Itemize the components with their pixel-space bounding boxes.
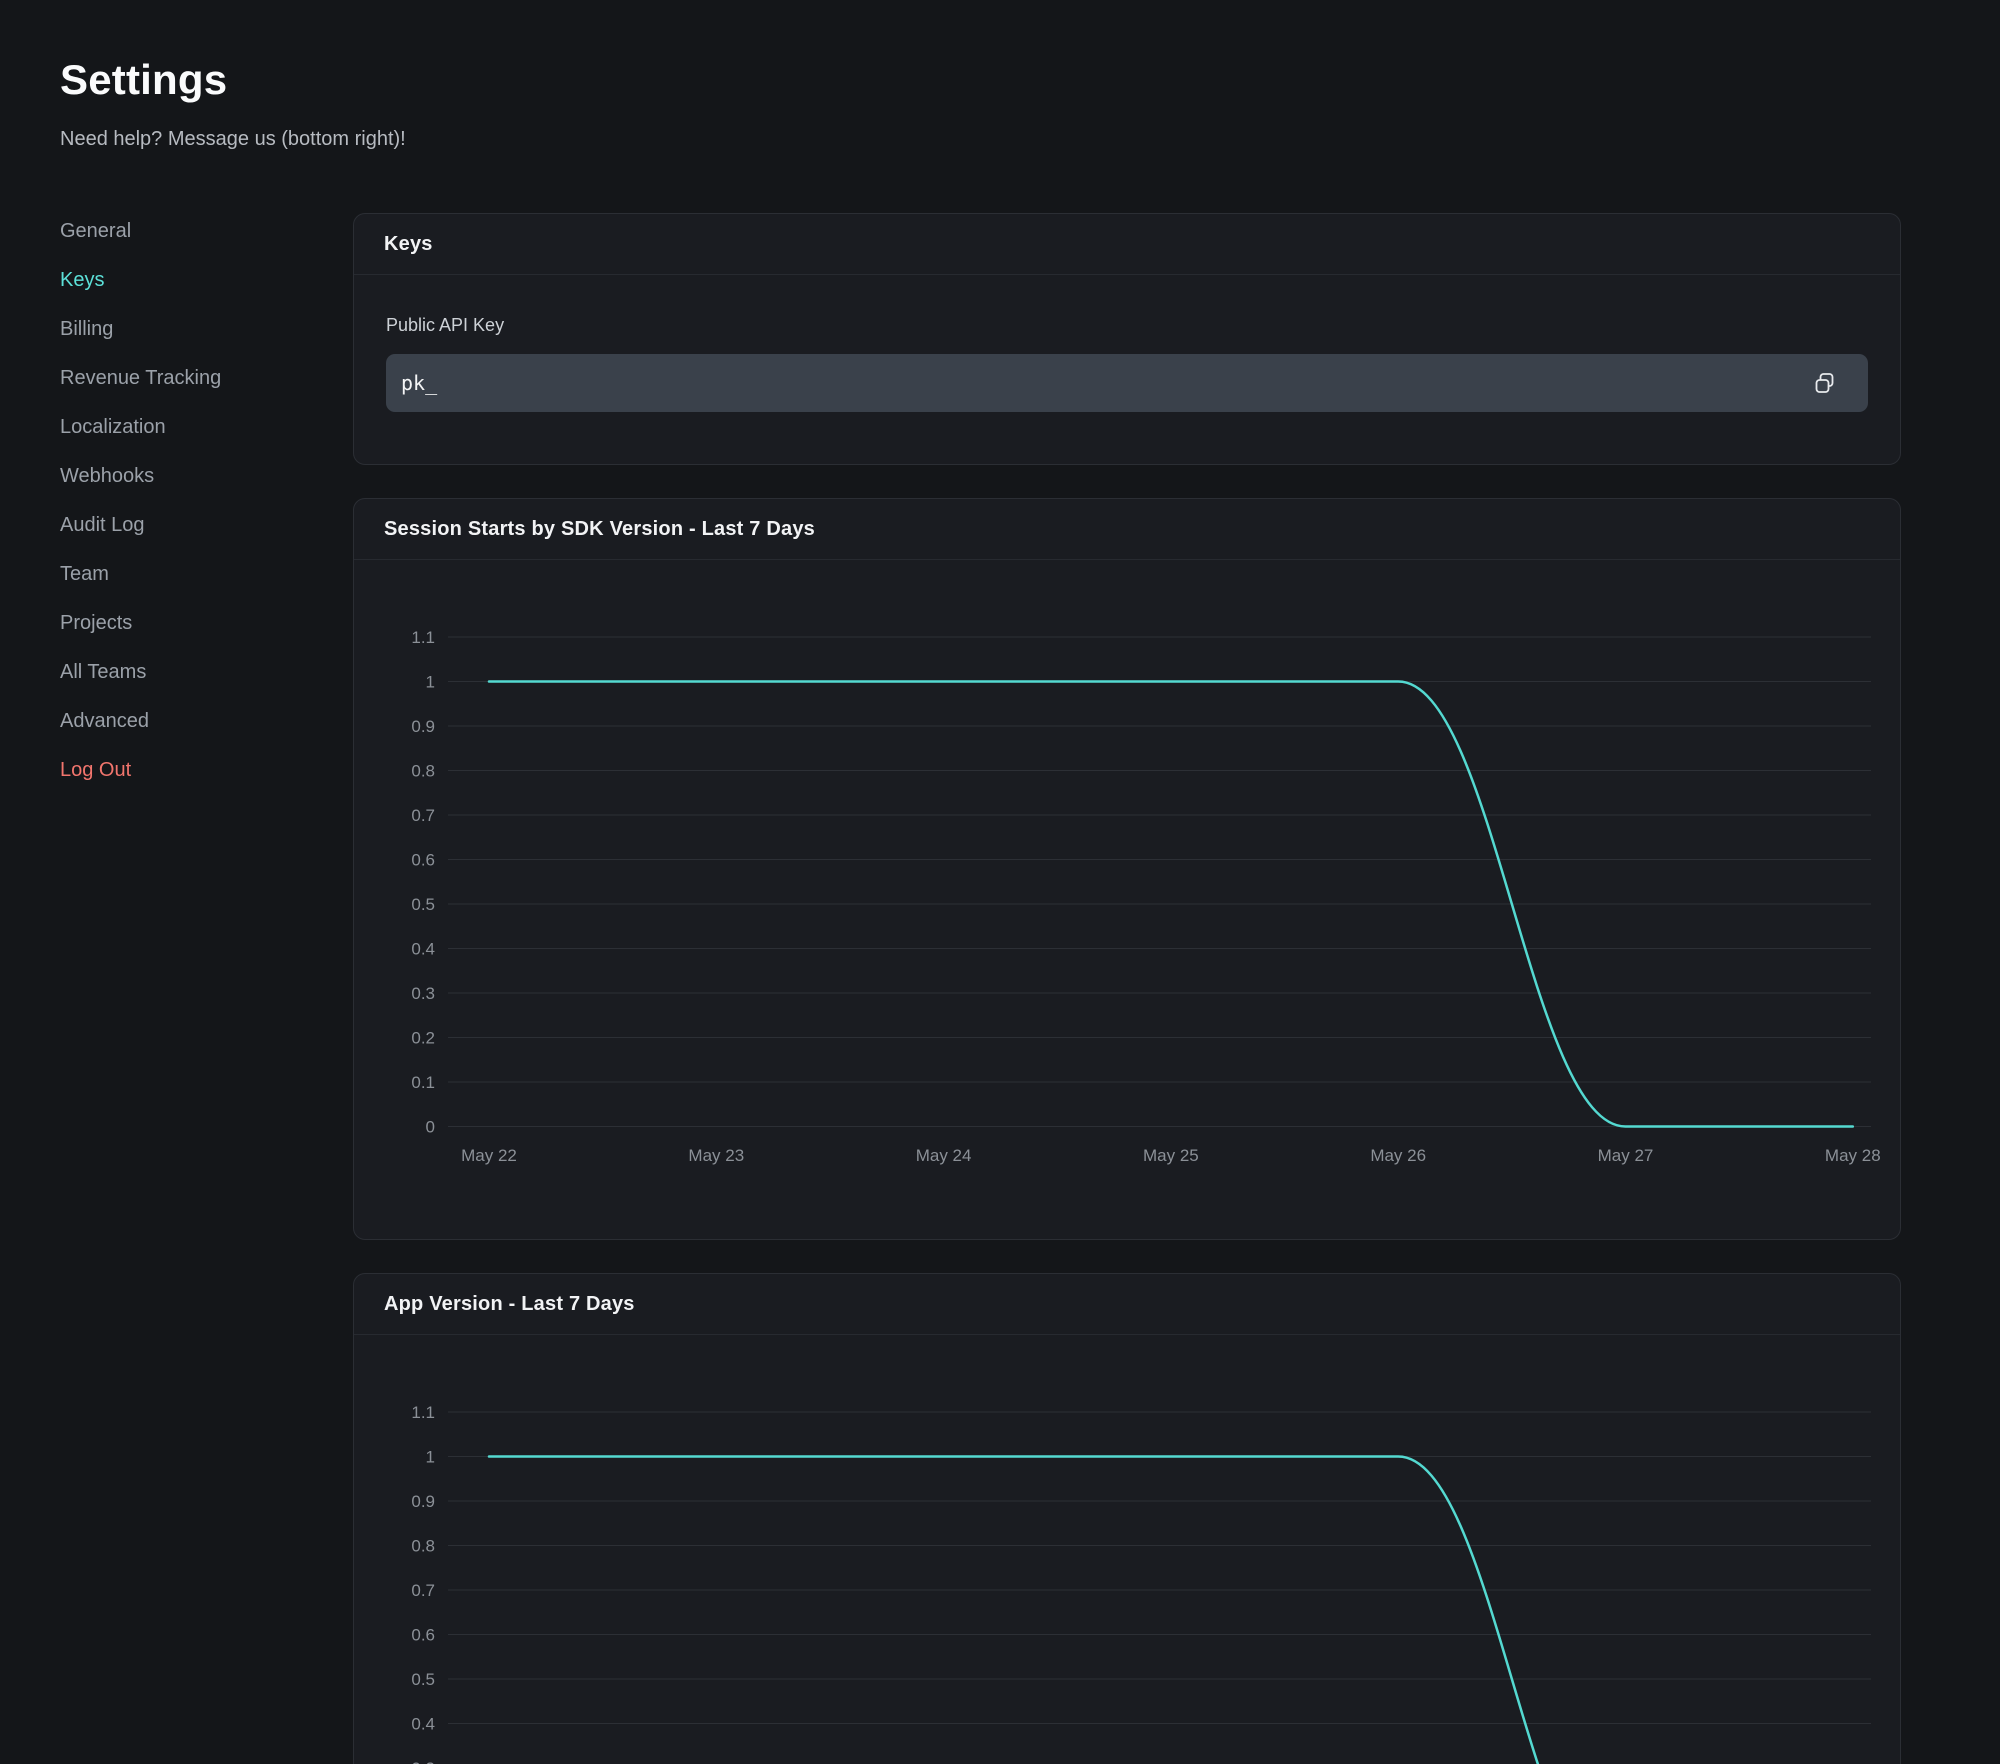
page-title: Settings bbox=[60, 56, 1901, 104]
svg-text:0: 0 bbox=[426, 1118, 435, 1137]
svg-text:0.1: 0.1 bbox=[411, 1073, 435, 1092]
svg-text:0.7: 0.7 bbox=[411, 1581, 435, 1600]
sidebar-item-keys[interactable]: Keys bbox=[60, 256, 353, 305]
sidebar-item-billing[interactable]: Billing bbox=[60, 305, 353, 354]
sidebar-item-localization[interactable]: Localization bbox=[60, 403, 353, 452]
svg-text:0.6: 0.6 bbox=[411, 1626, 435, 1645]
sidebar-item-webhooks[interactable]: Webhooks bbox=[60, 452, 353, 501]
app-chart-header: App Version - Last 7 Days bbox=[354, 1274, 1900, 1335]
svg-text:May 22: May 22 bbox=[461, 1146, 517, 1165]
app-version-chart: 1.110.90.80.70.60.50.40.30.20.10May 22Ma… bbox=[354, 1335, 1901, 1764]
sidebar-item-log-out[interactable]: Log Out bbox=[60, 746, 353, 795]
sidebar-item-advanced[interactable]: Advanced bbox=[60, 697, 353, 746]
svg-text:0.5: 0.5 bbox=[411, 895, 435, 914]
sidebar-item-team[interactable]: Team bbox=[60, 550, 353, 599]
page-subtitle: Need help? Message us (bottom right)! bbox=[60, 128, 1901, 151]
settings-sidebar: GeneralKeysBillingRevenue TrackingLocali… bbox=[60, 207, 353, 795]
svg-text:0.8: 0.8 bbox=[411, 1537, 435, 1556]
svg-text:0.4: 0.4 bbox=[411, 940, 435, 959]
sdk-version-chart-card: Session Starts by SDK Version - Last 7 D… bbox=[353, 498, 1901, 1240]
svg-text:May 23: May 23 bbox=[688, 1146, 744, 1165]
sidebar-item-all-teams[interactable]: All Teams bbox=[60, 648, 353, 697]
public-api-key-value: pk_ bbox=[401, 371, 437, 395]
sidebar-item-projects[interactable]: Projects bbox=[60, 599, 353, 648]
svg-text:0.6: 0.6 bbox=[411, 851, 435, 870]
svg-text:0.9: 0.9 bbox=[411, 1492, 435, 1511]
svg-text:0.8: 0.8 bbox=[411, 762, 435, 781]
public-api-key-label: Public API Key bbox=[386, 315, 1868, 336]
svg-text:May 24: May 24 bbox=[916, 1146, 972, 1165]
settings-page: Settings Need help? Message us (bottom r… bbox=[0, 0, 2000, 1764]
svg-text:0.5: 0.5 bbox=[411, 1670, 435, 1689]
keys-card: Keys Public API Key pk_ bbox=[353, 213, 1901, 465]
main-column: Keys Public API Key pk_ bbox=[353, 213, 1901, 1764]
sdk-chart-title: Session Starts by SDK Version - Last 7 D… bbox=[384, 518, 815, 541]
svg-text:0.9: 0.9 bbox=[411, 717, 435, 736]
svg-text:0.3: 0.3 bbox=[411, 984, 435, 1003]
svg-text:0.3: 0.3 bbox=[411, 1759, 435, 1764]
sdk-version-chart: 1.1 1 0.9 0.8 0.7 0.6 0.5 0.4 0.3 0.2 0.1 0 May 22 Ma… bbox=[354, 560, 1901, 1239]
sidebar-item-general[interactable]: General bbox=[60, 207, 353, 256]
svg-text:0.4: 0.4 bbox=[411, 1715, 435, 1734]
copy-icon bbox=[1813, 372, 1836, 395]
svg-text:1: 1 bbox=[426, 1448, 435, 1467]
copy-api-key-button[interactable] bbox=[1809, 368, 1840, 399]
keys-card-body: Public API Key pk_ bbox=[354, 275, 1900, 464]
sidebar-item-revenue-tracking[interactable]: Revenue Tracking bbox=[60, 354, 353, 403]
app-version-chart-card: App Version - Last 7 Days 1.1 1 0.9 0.8 0.7 0… bbox=[353, 1273, 1901, 1764]
content-row: GeneralKeysBillingRevenue TrackingLocali… bbox=[60, 213, 1901, 1764]
svg-text:1.1: 1.1 bbox=[411, 628, 435, 647]
svg-text:0.7: 0.7 bbox=[411, 806, 435, 825]
svg-text:May 26: May 26 bbox=[1370, 1146, 1426, 1165]
svg-text:May 25: May 25 bbox=[1143, 1146, 1199, 1165]
app-chart-title: App Version - Last 7 Days bbox=[384, 1293, 635, 1316]
svg-text:May 27: May 27 bbox=[1598, 1146, 1654, 1165]
keys-card-title: Keys bbox=[384, 233, 433, 256]
sdk-chart-header: Session Starts by SDK Version - Last 7 D… bbox=[354, 499, 1900, 560]
keys-card-header: Keys bbox=[354, 214, 1900, 275]
public-api-key-field[interactable]: pk_ bbox=[386, 354, 1868, 412]
svg-text:0.2: 0.2 bbox=[411, 1029, 435, 1048]
sidebar-item-audit-log[interactable]: Audit Log bbox=[60, 501, 353, 550]
svg-text:May 28: May 28 bbox=[1825, 1146, 1881, 1165]
svg-text:1.1: 1.1 bbox=[411, 1403, 435, 1422]
svg-text:1: 1 bbox=[426, 673, 435, 692]
